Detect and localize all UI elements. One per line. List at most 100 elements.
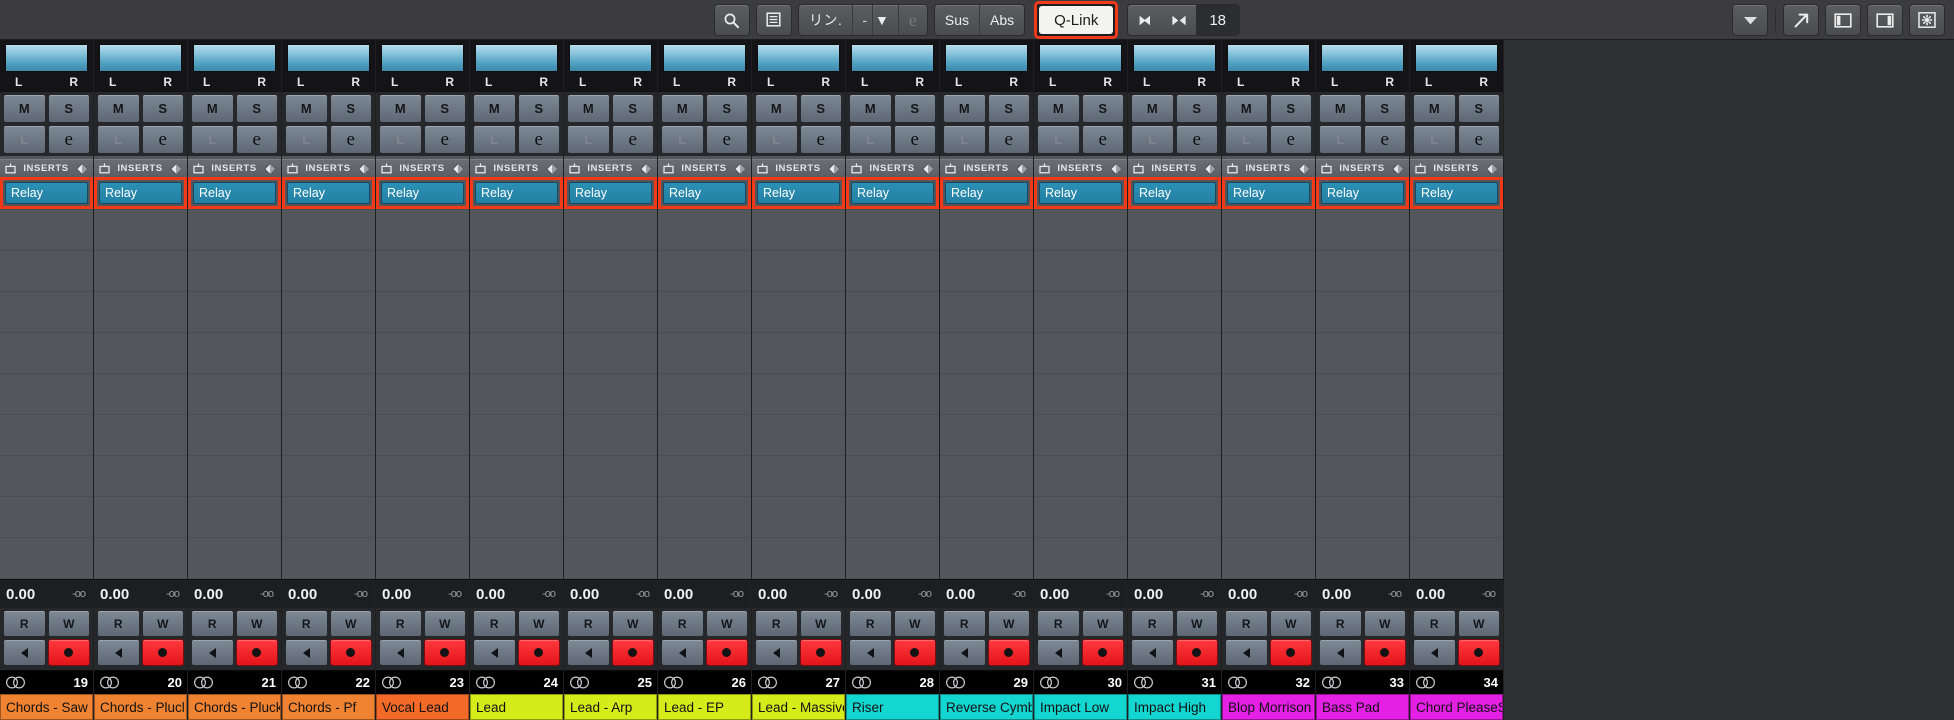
insert-slot-empty[interactable]	[1316, 251, 1409, 292]
level-meter[interactable]	[99, 44, 182, 72]
pan-right-label[interactable]: R	[1291, 75, 1300, 89]
insert-slot-a[interactable]: Relay	[1133, 182, 1216, 204]
input-enable-button[interactable]	[191, 639, 234, 666]
pan-left-label[interactable]: L	[1331, 75, 1338, 89]
insert-bypass-icon[interactable]	[452, 162, 464, 175]
insert-slot-empty[interactable]	[1410, 497, 1503, 538]
pan-left-label[interactable]: L	[955, 75, 962, 89]
insert-slot-empty[interactable]	[940, 456, 1033, 497]
mute-button[interactable]: M	[473, 94, 516, 123]
absolute-button[interactable]: Abs	[979, 5, 1024, 35]
insert-slot-empty[interactable]	[1222, 538, 1315, 579]
inserts-header[interactable]: INSERTS	[282, 159, 375, 177]
insert-slot-empty[interactable]	[1222, 497, 1315, 538]
insert-slot-empty[interactable]	[1034, 415, 1127, 456]
insert-slot-empty[interactable]	[470, 333, 563, 374]
automation-read-button[interactable]: R	[97, 610, 140, 637]
insert-power-icon[interactable]	[1415, 163, 1426, 174]
level-meter[interactable]	[1039, 44, 1122, 72]
insert-slot-empty[interactable]	[188, 415, 281, 456]
chevron-down-icon[interactable]: ▼	[872, 5, 898, 35]
list-view-icon[interactable]	[755, 4, 792, 36]
pan-left-label[interactable]: L	[1049, 75, 1056, 89]
automation-write-button[interactable]: W	[423, 610, 466, 637]
automation-read-button[interactable]: R	[755, 610, 798, 637]
insert-slot-empty[interactable]	[1128, 210, 1221, 251]
insert-power-icon[interactable]	[475, 163, 486, 174]
insert-slot-empty[interactable]	[564, 210, 657, 251]
insert-slot-a[interactable]: Relay	[287, 182, 370, 204]
insert-slot-empty[interactable]	[282, 415, 375, 456]
insert-slot-empty[interactable]	[0, 456, 93, 497]
inserts-header[interactable]: INSERTS	[470, 159, 563, 177]
insert-slot-empty[interactable]	[846, 538, 939, 579]
insert-slot-a[interactable]: Relay	[851, 182, 934, 204]
gear-icon[interactable]	[1909, 4, 1945, 36]
inserts-header[interactable]: INSERTS	[376, 159, 469, 177]
insert-slot-empty[interactable]	[282, 456, 375, 497]
pan-left-label[interactable]: L	[1143, 75, 1150, 89]
insert-empty-area[interactable]	[752, 209, 845, 579]
record-enable-button[interactable]	[329, 639, 372, 666]
mute-button[interactable]: M	[567, 94, 610, 123]
insert-slot-empty[interactable]	[470, 374, 563, 415]
insert-power-icon[interactable]	[1039, 163, 1050, 174]
insert-slot-empty[interactable]	[1316, 456, 1409, 497]
insert-slot-empty[interactable]	[0, 251, 93, 292]
insert-slot-empty[interactable]	[752, 415, 845, 456]
track-number-bar[interactable]: 33	[1316, 670, 1409, 694]
insert-slot-empty[interactable]	[1410, 292, 1503, 333]
insert-slot-empty[interactable]	[1316, 333, 1409, 374]
edit-button[interactable]: e	[893, 125, 936, 154]
gain-display[interactable]: 0.00 -oo	[376, 579, 469, 608]
insert-power-icon[interactable]	[193, 163, 204, 174]
inserts-header[interactable]: INSERTS	[752, 159, 845, 177]
insert-empty-area[interactable]	[564, 209, 657, 579]
input-monitor-button[interactable]: L	[1225, 125, 1268, 154]
edit-button[interactable]: e	[423, 125, 466, 154]
mute-button[interactable]: M	[1225, 94, 1268, 123]
insert-slot-empty[interactable]	[94, 538, 187, 579]
insert-slot-empty[interactable]	[0, 538, 93, 579]
magnifier-icon[interactable]	[713, 4, 750, 36]
gain-display[interactable]: 0.00 -oo	[1410, 579, 1503, 608]
insert-slot-empty[interactable]	[658, 497, 751, 538]
automation-write-button[interactable]: W	[1269, 610, 1312, 637]
track-number-bar[interactable]: 34	[1410, 670, 1503, 694]
automation-write-button[interactable]: W	[235, 610, 278, 637]
solo-button[interactable]: S	[517, 94, 560, 123]
toolbar-overflow-caret-icon[interactable]	[1732, 4, 1768, 36]
automation-read-button[interactable]: R	[1413, 610, 1456, 637]
pan-right-label[interactable]: R	[69, 75, 78, 89]
mute-button[interactable]: M	[1319, 94, 1362, 123]
level-meter[interactable]	[663, 44, 746, 72]
gain-display[interactable]: 0.00 -oo	[658, 579, 751, 608]
input-enable-button[interactable]	[97, 639, 140, 666]
solo-button[interactable]: S	[705, 94, 748, 123]
pan-right-label[interactable]: R	[1103, 75, 1112, 89]
panel-left-icon[interactable]	[1825, 4, 1861, 36]
record-enable-button[interactable]	[517, 639, 560, 666]
insert-slot-empty[interactable]	[1128, 251, 1221, 292]
insert-slot-empty[interactable]	[0, 415, 93, 456]
insert-slot-empty[interactable]	[564, 497, 657, 538]
input-monitor-button[interactable]: L	[1319, 125, 1362, 154]
input-enable-button[interactable]	[1225, 639, 1268, 666]
input-monitor-button[interactable]: L	[379, 125, 422, 154]
insert-slot-empty[interactable]	[94, 251, 187, 292]
insert-slot-empty[interactable]	[940, 415, 1033, 456]
automation-write-button[interactable]: W	[1175, 610, 1218, 637]
solo-button[interactable]: S	[329, 94, 372, 123]
solo-button[interactable]: S	[799, 94, 842, 123]
expand-arrow-icon[interactable]	[1783, 4, 1819, 36]
automation-write-button[interactable]: W	[1363, 610, 1406, 637]
insert-bypass-icon[interactable]	[1110, 162, 1122, 175]
input-monitor-button[interactable]: L	[943, 125, 986, 154]
track-name[interactable]: Blop Morrison	[1222, 694, 1315, 720]
pan-left-label[interactable]: L	[673, 75, 680, 89]
insert-power-icon[interactable]	[287, 163, 298, 174]
insert-slot-empty[interactable]	[1128, 292, 1221, 333]
edit-button[interactable]: e	[611, 125, 654, 154]
input-enable-button[interactable]	[943, 639, 986, 666]
insert-slot-empty[interactable]	[0, 210, 93, 251]
